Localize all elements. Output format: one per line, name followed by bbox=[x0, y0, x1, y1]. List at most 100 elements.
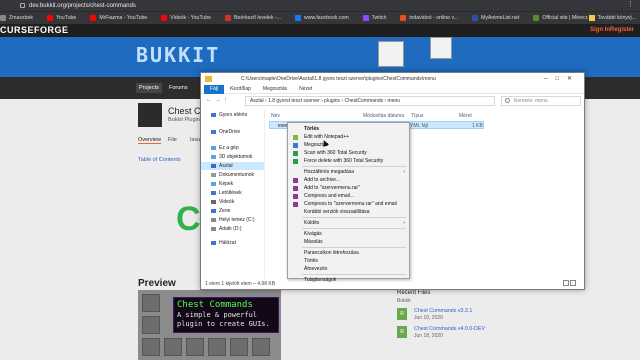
context-menu-item[interactable]: Edit with Notepad++ bbox=[288, 133, 409, 141]
tab-overview[interactable]: Overview bbox=[138, 137, 161, 144]
menu-item-icon bbox=[293, 159, 298, 164]
ribbon-tab-share[interactable]: Megosztás bbox=[257, 85, 293, 94]
bookmark-label: Videók - YouTube bbox=[170, 15, 211, 21]
tooltip-line: plugin to create GUIs. bbox=[177, 320, 270, 328]
view-toggle[interactable] bbox=[562, 280, 578, 287]
bookmark-label: Beérkező levelek -... bbox=[233, 15, 281, 21]
context-menu-item[interactable]: Scan with 360 Total Security bbox=[288, 149, 409, 157]
curseforge-logo[interactable]: CURSEFORGE bbox=[0, 25, 69, 35]
context-menu-item[interactable]: Tulajdonságok bbox=[288, 276, 409, 284]
context-menu-item[interactable]: Compress to "szervermenu.rar" and email bbox=[288, 200, 409, 208]
context-menu-item[interactable]: Törlés bbox=[288, 257, 409, 265]
search-input[interactable]: Keresés: menu bbox=[501, 96, 581, 106]
sidebar-item[interactable]: Dokumentumok bbox=[201, 171, 264, 179]
bookmark-label: MrFiazma - YouTube bbox=[99, 15, 148, 21]
inventory-slot bbox=[142, 338, 160, 356]
sidebar-item[interactable]: Gyors elérés bbox=[201, 111, 264, 119]
sidebar-folder-icon bbox=[211, 209, 216, 213]
bookmark-item[interactable]: Official site | Minecr... bbox=[533, 15, 591, 21]
signin-link[interactable]: Sign In bbox=[590, 27, 610, 33]
file-link[interactable]: Chest Commands v3.3.1 bbox=[414, 308, 472, 314]
bookmark-item[interactable]: MrFiazma - YouTube bbox=[90, 15, 147, 21]
browser-menu-icon[interactable]: ⋮ bbox=[627, 1, 634, 8]
bookmark-label: Twitch bbox=[371, 15, 387, 21]
context-menu-item[interactable]: Korábbi verziók visszaállítása bbox=[288, 208, 409, 216]
address-bar[interactable]: dev.bukkit.org/projects/chest-commands ⋮ bbox=[0, 0, 640, 11]
context-menu-item[interactable]: Add to archive... bbox=[288, 176, 409, 184]
url-text[interactable]: dev.bukkit.org/projects/chest-commands bbox=[29, 3, 136, 9]
file-link[interactable]: Chest Commands v4.0.0-DEV bbox=[414, 326, 485, 332]
project-category[interactable]: Bukkit Plugins bbox=[168, 117, 203, 123]
window-controls[interactable]: –□✕ bbox=[544, 75, 580, 82]
table-of-contents-link[interactable]: Table of Contents bbox=[138, 157, 181, 163]
minecraft-preview-image: Chest Commands A simple & powerful plugi… bbox=[138, 290, 281, 360]
menu-item-label: Másolás bbox=[304, 239, 323, 245]
column-size[interactable]: Méret bbox=[459, 113, 472, 119]
submenu-arrow-icon: › bbox=[403, 169, 405, 175]
column-name[interactable]: Név bbox=[271, 113, 280, 119]
bookmark-item[interactable]: Beérkező levelek -... bbox=[224, 15, 281, 21]
sidebar-item[interactable]: Adatk (D:) bbox=[201, 225, 264, 233]
recent-file-row[interactable]: R Chest Commands v3.3.1 Jun 10, 2020 bbox=[397, 306, 507, 324]
nav-forums[interactable]: Forums bbox=[166, 83, 191, 93]
bukkit-logo[interactable]: BUKKIT bbox=[136, 43, 220, 67]
bookmark-item[interactable]: MyAnimeList.net bbox=[472, 15, 519, 21]
bookmark-item[interactable]: indavideó - online v... bbox=[400, 15, 458, 21]
context-menu-item[interactable]: Kivágás bbox=[288, 230, 409, 238]
menu-item-icon bbox=[293, 151, 298, 156]
menu-item-label: Kivágás bbox=[304, 231, 322, 237]
sidebar-item[interactable]: 3D objektumok bbox=[201, 153, 264, 161]
sidebar-item[interactable]: Helyi lemez (C:) bbox=[201, 216, 264, 224]
details-view-icon[interactable] bbox=[563, 280, 569, 286]
bookmark-item[interactable]: Videók - YouTube bbox=[161, 15, 211, 21]
sidebar-item[interactable]: Asztal bbox=[201, 162, 264, 170]
bookmark-item[interactable]: www.facebook.com bbox=[294, 15, 349, 21]
context-menu-item[interactable]: Átnevezés bbox=[288, 265, 409, 273]
other-bookmarks[interactable]: További könyvj... bbox=[588, 15, 636, 21]
column-type[interactable]: Típus bbox=[411, 113, 424, 119]
bookmark-label: YouTube bbox=[55, 15, 77, 21]
sidebar-item[interactable]: Ez a gép bbox=[201, 144, 264, 152]
tooltip-line: A simple & powerful bbox=[177, 311, 258, 319]
context-menu-item[interactable]: Törlés bbox=[288, 125, 409, 133]
menu-separator bbox=[302, 274, 406, 275]
ribbon-tab-file[interactable]: Fájl bbox=[204, 84, 225, 94]
column-date[interactable]: Módosítás dátuma bbox=[363, 113, 404, 119]
menu-item-label: Tulajdonságok bbox=[304, 277, 337, 283]
sidebar-item[interactable]: Videók bbox=[201, 198, 264, 206]
bookmark-item[interactable]: YouTube bbox=[46, 15, 77, 21]
bookmark-item[interactable]: Zmaxxbok bbox=[0, 15, 33, 21]
bookmark-label: Zmaxxbok bbox=[9, 15, 33, 21]
menu-item-label: Add to archive... bbox=[304, 177, 341, 183]
tab-files[interactable]: File bbox=[168, 137, 177, 143]
context-menu-item[interactable]: Parancsikon létrehozása bbox=[288, 249, 409, 257]
register-link[interactable]: Register bbox=[610, 27, 634, 33]
nav-arrows-icon[interactable]: ←→↑ bbox=[206, 97, 230, 103]
sidebar-item-label: Asztal bbox=[219, 163, 233, 169]
sidebar-item[interactable]: Képek bbox=[201, 180, 264, 188]
ribbon-tab-view[interactable]: Nézet bbox=[293, 85, 318, 94]
context-menu-item[interactable]: Add to "szervermenu.rar" bbox=[288, 184, 409, 192]
bookmark-item[interactable]: Twitch bbox=[362, 15, 387, 21]
recent-file-row[interactable]: R Chest Commands v4.0.0-DEV Jun 18, 2020 bbox=[397, 324, 507, 342]
inventory-slot bbox=[164, 338, 182, 356]
explorer-titlebar[interactable]: C:\Users\maple\OneDrive\Asztal\1.8 gyors… bbox=[201, 73, 584, 85]
bookmarks-bar: Zmaxxbok YouTube MrFiazma - YouTube Videók … bbox=[0, 11, 640, 24]
favicon-icon bbox=[0, 15, 6, 21]
sidebar-item[interactable]: Zene bbox=[201, 207, 264, 215]
sidebar-folder-icon bbox=[211, 173, 216, 177]
context-menu-item[interactable]: Küldés › bbox=[288, 219, 409, 227]
nav-projects[interactable]: Projects bbox=[136, 83, 162, 93]
context-menu-item[interactable]: Megosztás bbox=[288, 141, 409, 149]
sidebar-item[interactable]: Hálózat bbox=[201, 239, 264, 247]
breadcrumb[interactable]: Asztal › 1.8 gyorst teszt szerver › plug… bbox=[245, 96, 495, 106]
ribbon-tab-home[interactable]: Kezdőlap bbox=[224, 85, 257, 94]
context-menu-item[interactable]: Force delete with 360 Total Security bbox=[288, 157, 409, 165]
context-menu-item[interactable]: Compress and email... bbox=[288, 192, 409, 200]
sidebar-item[interactable]: OneDrive bbox=[201, 128, 264, 136]
context-menu-item[interactable]: Másolás bbox=[288, 238, 409, 246]
context-menu-item[interactable]: Hozzáférés megadása › bbox=[288, 168, 409, 176]
tiles-view-icon[interactable] bbox=[570, 280, 576, 286]
bookmark-label: indavideó - online v... bbox=[409, 15, 459, 21]
sidebar-item[interactable]: Letöltések bbox=[201, 189, 264, 197]
